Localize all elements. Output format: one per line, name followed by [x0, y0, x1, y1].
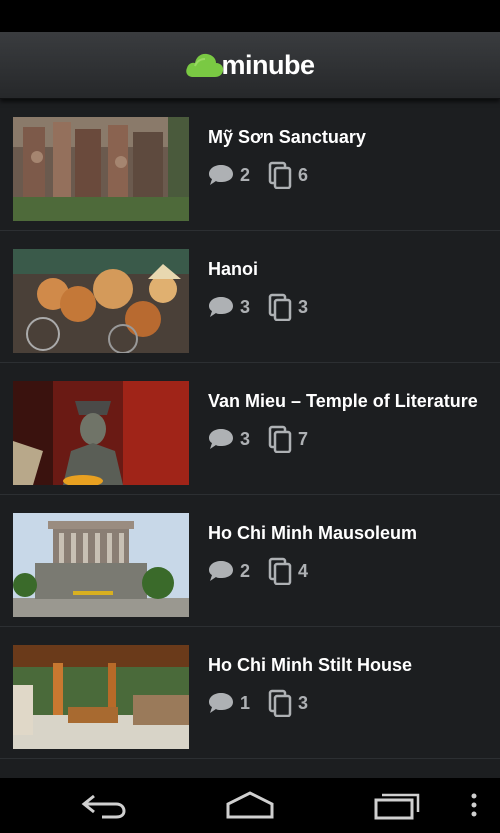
comments-count: 1: [208, 691, 250, 715]
recent-apps-button[interactable]: [372, 790, 422, 825]
photos-number: 4: [298, 560, 309, 581]
comments-number: 1: [240, 692, 251, 713]
place-title: Ho Chi Minh Stilt House: [208, 655, 412, 675]
comments-number: 3: [240, 428, 251, 449]
status-bar: [0, 0, 500, 32]
home-button[interactable]: [225, 790, 275, 825]
place-thumbnail: [13, 249, 189, 353]
photos-count: 6: [268, 161, 308, 189]
place-thumbnail: [13, 381, 189, 485]
overflow-menu-button[interactable]: [468, 790, 480, 825]
photos-count: 7: [268, 425, 308, 453]
photos-number: 3: [298, 296, 309, 317]
photo-stack-icon: [268, 557, 292, 585]
list-item[interactable]: Mỹ Sơn Sanctuary 2 6: [0, 99, 500, 231]
photos-number: 7: [298, 428, 309, 449]
photo-stack-icon: [268, 293, 292, 321]
comments-number: 2: [240, 560, 251, 581]
list-item[interactable]: Van Mieu – Temple of Literature 3 7: [0, 363, 500, 495]
action-bar: minube: [0, 32, 500, 99]
place-stats: 3 7: [208, 425, 326, 453]
home-icon: [226, 791, 274, 819]
photo-stack-icon: [268, 161, 292, 189]
overflow-menu-icon: [471, 793, 477, 817]
comments-count: 2: [208, 559, 250, 583]
logo-text: minube: [221, 49, 315, 80]
place-thumbnail: [13, 645, 189, 749]
navigation-bar: [0, 778, 500, 833]
comment-bubble-icon: [209, 165, 233, 185]
place-title: Mỹ Sơn Sanctuary: [208, 127, 366, 147]
place-stats: 2 6: [208, 161, 326, 189]
place-stats: 3 3: [208, 293, 326, 321]
comments-number: 3: [240, 296, 251, 317]
comments-count: 2: [208, 163, 250, 187]
list-item[interactable]: Ho Chi Minh Mausoleum 2 4: [0, 495, 500, 627]
photo-stack-icon: [268, 689, 292, 717]
comment-bubble-icon: [209, 693, 233, 713]
comments-count: 3: [208, 427, 250, 451]
comments-count: 3: [208, 295, 250, 319]
place-title: Hanoi: [208, 259, 259, 279]
place-stats: 2 4: [208, 557, 326, 585]
minube-logo[interactable]: minube: [185, 49, 315, 81]
photos-count: 4: [268, 557, 308, 585]
photos-number: 6: [298, 164, 309, 185]
list-item[interactable]: Ho Chi Minh Stilt House 1 3: [0, 627, 500, 759]
places-list[interactable]: Mỹ Sơn Sanctuary 2 6 Hanoi 3 3 Van Mieu …: [0, 99, 500, 778]
comments-number: 2: [240, 164, 251, 185]
back-button[interactable]: [80, 790, 128, 825]
photo-stack-icon: [268, 425, 292, 453]
recent-apps-icon: [374, 793, 420, 820]
place-stats: 1 3: [208, 689, 326, 717]
back-icon: [81, 794, 126, 819]
comment-bubble-icon: [209, 429, 233, 449]
photos-count: 3: [268, 293, 308, 321]
place-thumbnail: [13, 117, 189, 221]
photos-count: 3: [268, 689, 308, 717]
place-title: Van Mieu – Temple of Literature: [208, 391, 478, 411]
place-thumbnail: [13, 513, 189, 617]
comment-bubble-icon: [209, 297, 233, 317]
comment-bubble-icon: [209, 561, 233, 581]
photos-number: 3: [298, 692, 309, 713]
place-title: Ho Chi Minh Mausoleum: [208, 523, 417, 543]
cloud-logo-icon: [186, 53, 224, 77]
list-item[interactable]: Hanoi 3 3: [0, 231, 500, 363]
